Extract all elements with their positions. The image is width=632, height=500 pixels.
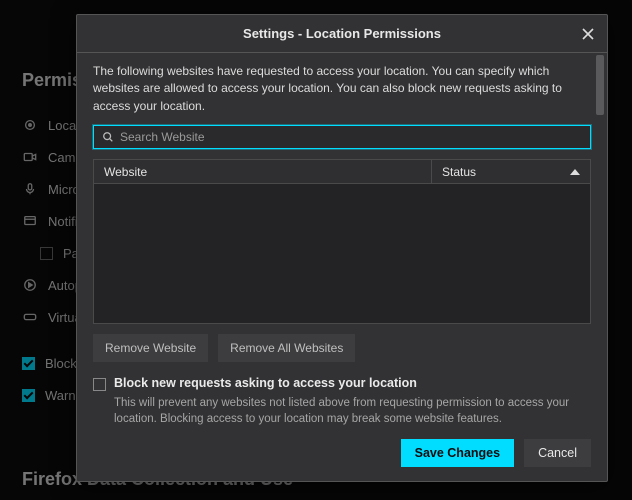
search-input[interactable] <box>120 130 582 144</box>
modal-scrollbar[interactable] <box>596 55 604 475</box>
sort-ascending-icon <box>570 169 580 175</box>
modal-header: Settings - Location Permissions <box>77 15 607 53</box>
modal-footer: Save Changes Cancel <box>77 427 607 481</box>
cancel-button[interactable]: Cancel <box>524 439 591 467</box>
column-website[interactable]: Website <box>94 160 432 182</box>
modal-title: Settings - Location Permissions <box>243 26 441 41</box>
search-icon <box>102 131 114 143</box>
location-permissions-modal: Settings - Location Permissions The foll… <box>76 14 608 482</box>
remove-website-button[interactable]: Remove Website <box>93 334 208 362</box>
table-body-empty <box>93 184 591 324</box>
column-status[interactable]: Status <box>432 165 590 179</box>
column-label: Website <box>104 165 147 179</box>
table-header: Website Status <box>93 159 591 183</box>
close-icon <box>582 28 594 40</box>
remove-all-websites-button[interactable]: Remove All Websites <box>218 334 355 362</box>
save-changes-button[interactable]: Save Changes <box>401 439 514 467</box>
block-new-requests-label: Block new requests asking to access your… <box>114 376 417 390</box>
block-new-requests-help: This will prevent any websites not liste… <box>114 395 591 427</box>
scrollbar-thumb[interactable] <box>596 55 604 115</box>
block-new-requests-checkbox[interactable] <box>93 378 106 391</box>
column-label: Status <box>442 165 476 179</box>
close-button[interactable] <box>575 21 601 47</box>
modal-description: The following websites have requested to… <box>93 63 591 115</box>
search-input-container[interactable] <box>93 125 591 149</box>
